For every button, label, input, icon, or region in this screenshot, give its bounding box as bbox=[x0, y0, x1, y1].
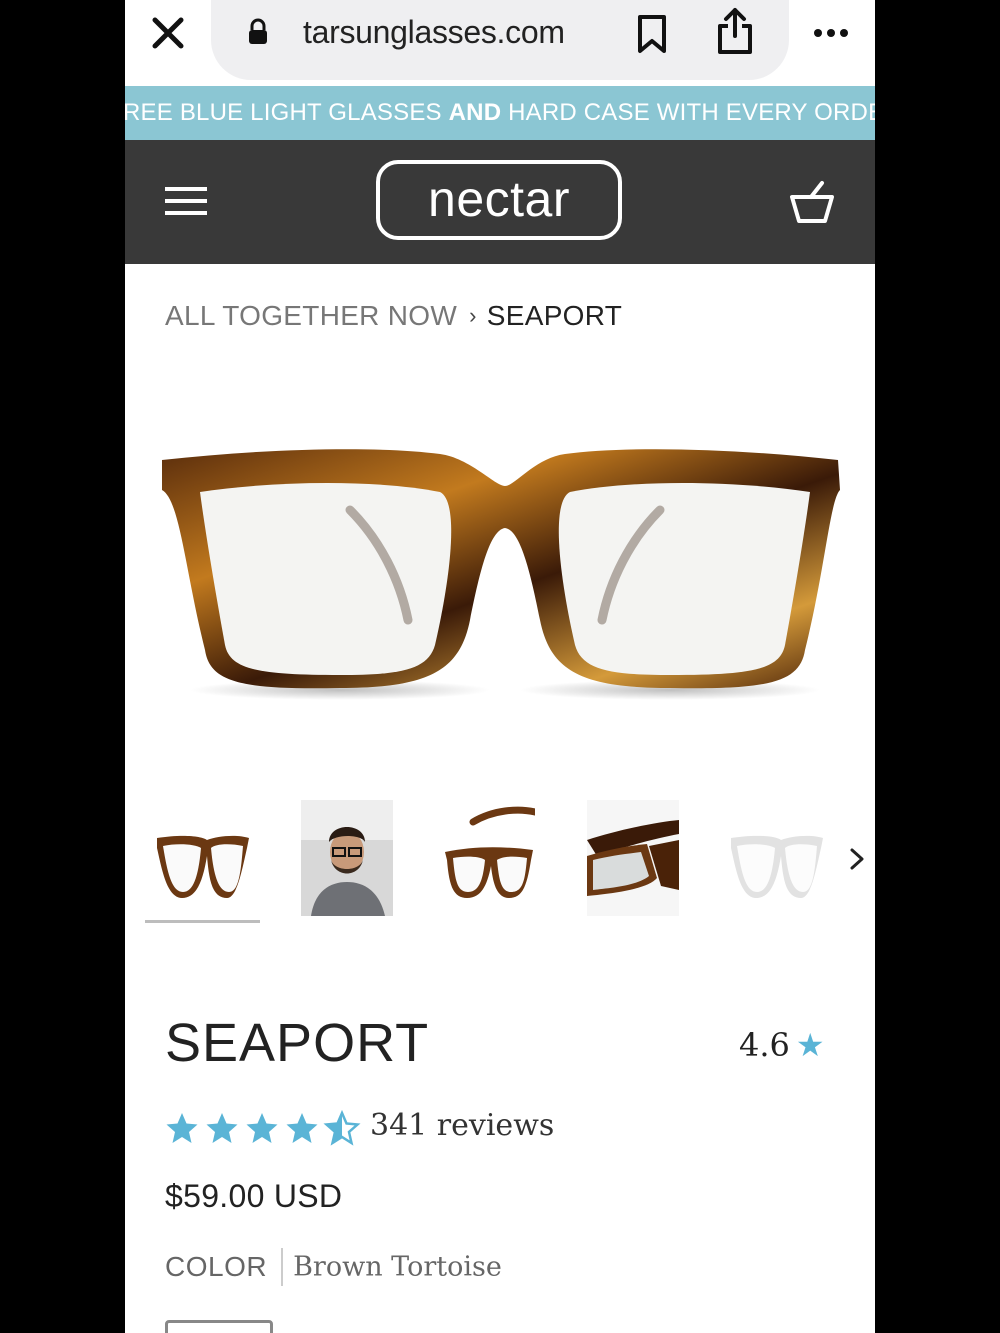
announcement-text-3: HARD CASE WITH EVERY ORDER bbox=[501, 99, 875, 126]
thumbnail-front-view[interactable] bbox=[157, 800, 249, 916]
product-price: $59.00 USD bbox=[165, 1178, 343, 1214]
share-icon[interactable] bbox=[715, 6, 755, 56]
hamburger-menu-icon[interactable] bbox=[165, 184, 207, 218]
color-value: Brown Tortoise bbox=[293, 1251, 502, 1283]
selected-thumbnail-indicator bbox=[145, 920, 260, 923]
close-icon[interactable] bbox=[147, 12, 189, 54]
rating-value: 4.6 bbox=[739, 1026, 790, 1064]
basket-icon[interactable] bbox=[789, 180, 835, 224]
nectar-logo[interactable]: nectar bbox=[376, 160, 622, 240]
thumbnail-folded-view[interactable] bbox=[587, 800, 679, 916]
star-rating[interactable] bbox=[165, 1108, 365, 1148]
thumbnail-model-photo[interactable] bbox=[301, 800, 393, 916]
lock-icon bbox=[249, 18, 267, 44]
more-icon[interactable] bbox=[813, 28, 849, 38]
chevron-right-icon[interactable] bbox=[847, 846, 867, 872]
bookmark-icon[interactable] bbox=[635, 14, 669, 54]
rating-summary[interactable]: 4.6 ★ bbox=[739, 1026, 825, 1064]
url-bar[interactable]: tarsunglasses.com bbox=[211, 0, 789, 80]
breadcrumb-separator: › bbox=[469, 303, 477, 328]
review-count-link[interactable]: 341 reviews bbox=[370, 1108, 554, 1143]
announcement-text-2: AND bbox=[448, 99, 502, 126]
breadcrumb-current: SEAPORT bbox=[486, 300, 623, 331]
product-main-image[interactable] bbox=[150, 420, 850, 720]
thumbnail-clear-frame[interactable] bbox=[731, 800, 823, 916]
announcement-bar[interactable]: REE BLUE LIGHT GLASSES AND HARD CASE WIT… bbox=[125, 86, 875, 140]
color-row: COLOR Brown Tortoise bbox=[165, 1248, 502, 1292]
color-divider bbox=[281, 1248, 284, 1286]
url-text: tarsunglasses.com bbox=[303, 14, 565, 50]
color-label: COLOR bbox=[165, 1251, 268, 1282]
browser-bar: tarsunglasses.com bbox=[125, 0, 875, 86]
thumbnail-gallery bbox=[125, 790, 875, 930]
mobile-screen: tarsunglasses.com REE BLUE LIGHT GLASSES… bbox=[125, 0, 875, 1333]
product-title: SEAPORT bbox=[165, 1013, 430, 1073]
announcement-text-1: REE BLUE LIGHT GLASSES bbox=[125, 99, 449, 126]
stars-icon bbox=[166, 1111, 359, 1145]
star-icon: ★ bbox=[795, 1026, 825, 1064]
thumbnail-side-angle[interactable] bbox=[443, 800, 535, 916]
breadcrumb-collection-link[interactable]: ALL TOGETHER NOW bbox=[165, 300, 457, 331]
color-swatch[interactable] bbox=[165, 1320, 273, 1333]
breadcrumb: ALL TOGETHER NOW › SEAPORT bbox=[165, 300, 622, 332]
site-header: nectar bbox=[125, 140, 875, 264]
